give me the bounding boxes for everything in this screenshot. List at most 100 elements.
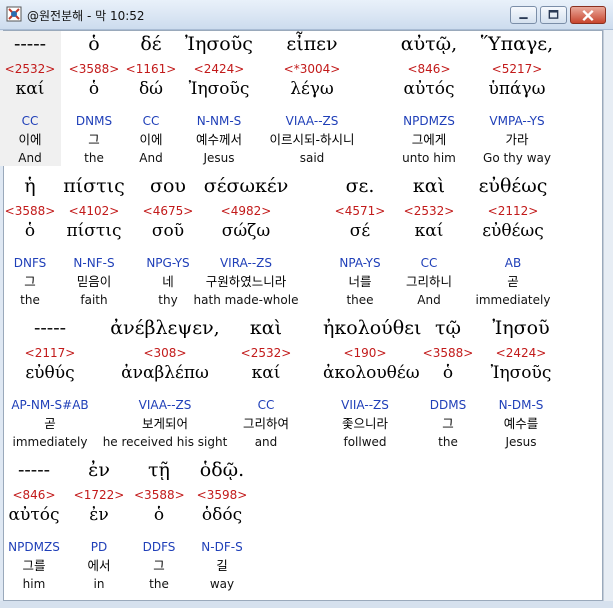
greek-word: Ὕπαγε, [480, 33, 554, 55]
strong-number: <4571> [334, 204, 386, 218]
korean-gloss: 곧 [44, 416, 56, 431]
strong-number: <1722> [73, 488, 125, 502]
lemma: ὑπάγω [488, 79, 546, 99]
lemma: ὁ [24, 221, 36, 241]
greek-word: ἀνέβλεψεν, [110, 317, 220, 339]
strong-number: <3588> [68, 62, 120, 76]
morphology-code: DDMS [429, 398, 467, 412]
maximize-button[interactable] [540, 6, 567, 24]
greek-word: ἐν [88, 459, 110, 481]
strong-number: <1161> [125, 62, 177, 76]
korean-gloss: 길 [216, 558, 228, 573]
window-bottom-border [0, 601, 613, 608]
greek-word: ὁδῷ. [199, 459, 245, 481]
morphology-code: NPDMZS [8, 540, 60, 554]
korean-gloss: 구원하였느니라 [205, 274, 287, 289]
close-button[interactable] [570, 6, 606, 24]
word-block[interactable]: Ἰησοῦς <2424> Ἰησοῦς N-NM-S 예수께서 Jesus [177, 31, 261, 166]
greek-word: τῇ [148, 459, 170, 481]
word-block[interactable]: καὶ <2532> καί CC 그리하여 and [231, 315, 301, 450]
lemma: ὁ [442, 363, 454, 383]
word-block[interactable]: σε. <4571> σέ NPA-YS 너를 thee [331, 173, 389, 308]
word-block[interactable]: σέσωκέν <4982> σώζω VIRA--ZS 구원하였느니라 hath mad… [186, 173, 306, 308]
strong-number: <3598> [196, 488, 248, 502]
morphology-code: VIAA--ZS [138, 398, 192, 412]
korean-gloss: 이르시되-하시니 [269, 132, 355, 147]
korean-gloss: 좇으니라 [341, 416, 388, 431]
strong-number: <2112> [487, 204, 539, 218]
strong-number: <2532> [403, 204, 455, 218]
english-gloss: faith [80, 293, 108, 307]
greek-word: σε. [345, 175, 375, 197]
strong-number: <2532> [240, 346, 292, 360]
greek-word: ἡ [24, 175, 36, 197]
lemma: ἀκολουθέω [323, 363, 420, 383]
word-block[interactable]: Ὕπαγε, <5217> ὑπάγω VMPA--YS 가라 Go thy way [465, 31, 569, 166]
morphology-code: N-DF-S [201, 540, 243, 554]
word-block[interactable]: ----- <2117> εὐθύς AP-NM-S#AB 곧 immediately [3, 315, 97, 450]
morphology-code: VIRA--ZS [219, 256, 273, 270]
word-block[interactable]: καὶ <2532> καί CC 그리하니 And [396, 173, 462, 308]
korean-gloss: 에서 [87, 558, 111, 573]
interlinear-text-area[interactable]: ----- <2532> καί CC 이에 And ὁ <3588> ὁ DNMS 그 the δέ <… [0, 30, 603, 601]
title-bar[interactable]: @원전분해 - 막 10:52 [0, 0, 613, 30]
english-gloss: And [417, 293, 441, 307]
strong-number: <3588> [422, 346, 474, 360]
word-block[interactable]: ----- <2532> καί CC 이에 And [0, 31, 61, 166]
greek-word: πίστις [63, 175, 125, 197]
morphology-code: CC [257, 398, 275, 412]
lemma: ὁ [88, 79, 100, 99]
korean-gloss: 그를 [22, 558, 46, 573]
greek-word: καὶ [412, 175, 446, 197]
word-block[interactable]: ὁδῷ. <3598> ὁδός N-DF-S 길 way [194, 457, 250, 592]
english-gloss: Jesus [505, 435, 537, 449]
korean-gloss: 보게되어 [141, 416, 188, 431]
morphology-code: AB [504, 256, 522, 270]
english-gloss: said [299, 151, 325, 165]
english-gloss: the [149, 577, 169, 591]
word-block[interactable]: πίστις <4102> πίστις N-NF-S 믿음이 faith [59, 173, 129, 308]
vertical-scrollbar[interactable] [603, 30, 613, 601]
word-block[interactable]: ἠκολούθει <190> ἀκολουθέω VIIA--ZS 좇으니라 follw… [323, 315, 421, 450]
morphology-code: NPA-YS [339, 256, 381, 270]
lemma: σώζω [221, 221, 271, 241]
strong-number: <2117> [24, 346, 76, 360]
english-gloss: him [22, 577, 46, 591]
lemma: δώ [138, 79, 164, 99]
greek-word: ----- [33, 317, 67, 339]
strong-number: <3588> [134, 488, 185, 502]
word-block[interactable]: τῇ <3588> ὁ DDFS 그 the [134, 457, 185, 592]
minimize-button[interactable] [510, 6, 537, 24]
greek-word: Ἰησοῦς [185, 33, 253, 55]
word-block[interactable]: αὐτῷ, <846> αὐτός NPDMZS 그에게 unto him [382, 31, 476, 166]
morphology-code: DNMS [75, 114, 113, 128]
strong-number: <2532> [4, 62, 56, 76]
lemma: πίστις [66, 221, 122, 241]
word-block[interactable]: ἀνέβλεψεν, <308> ἀναβλέπω VIAA--ZS 보게되어 he re… [95, 315, 235, 450]
lemma: σέ [349, 221, 371, 241]
english-gloss: follwed [343, 435, 387, 449]
word-block[interactable]: τῷ <3588> ὁ DDMS 그 the [422, 315, 474, 450]
korean-gloss: 이에 [139, 132, 163, 147]
morphology-code: VMPA--YS [489, 114, 545, 128]
word-block[interactable]: εἶπεν <*3004> λέγω VIAA--ZS 이르시되-하시니 said [252, 31, 372, 166]
morphology-code: CC [420, 256, 438, 270]
morphology-code: N-DM-S [498, 398, 544, 412]
strong-number: <846> [12, 488, 56, 502]
greek-word: ----- [13, 33, 47, 55]
close-icon [582, 9, 594, 22]
greek-word: καὶ [249, 317, 283, 339]
word-block[interactable]: δέ <1161> δώ CC 이에 And [124, 31, 178, 166]
word-block[interactable]: ἐν <1722> ἐν PD 에서 in [71, 457, 127, 592]
minimize-icon [519, 17, 528, 20]
korean-gloss: 그리하니 [405, 274, 452, 289]
english-gloss: hath made-whole [193, 293, 299, 307]
word-block[interactable]: Ἰησοῦ <2424> Ἰησοῦς N-DM-S 예수를 Jesus [484, 315, 558, 450]
word-block[interactable]: ἡ <3588> ὁ DNFS 그 the [0, 173, 61, 308]
word-block[interactable]: ----- <846> αὐτός NPDMZS 그를 him [4, 457, 64, 592]
word-block[interactable]: ὁ <3588> ὁ DNMS 그 the [64, 31, 124, 166]
strong-number: <846> [407, 62, 451, 76]
lemma: ὁ [153, 505, 165, 525]
word-block[interactable]: εὐθέως <2112> εὐθέως AB 곧 immediately [463, 173, 563, 308]
strong-number: <4982> [220, 204, 272, 218]
